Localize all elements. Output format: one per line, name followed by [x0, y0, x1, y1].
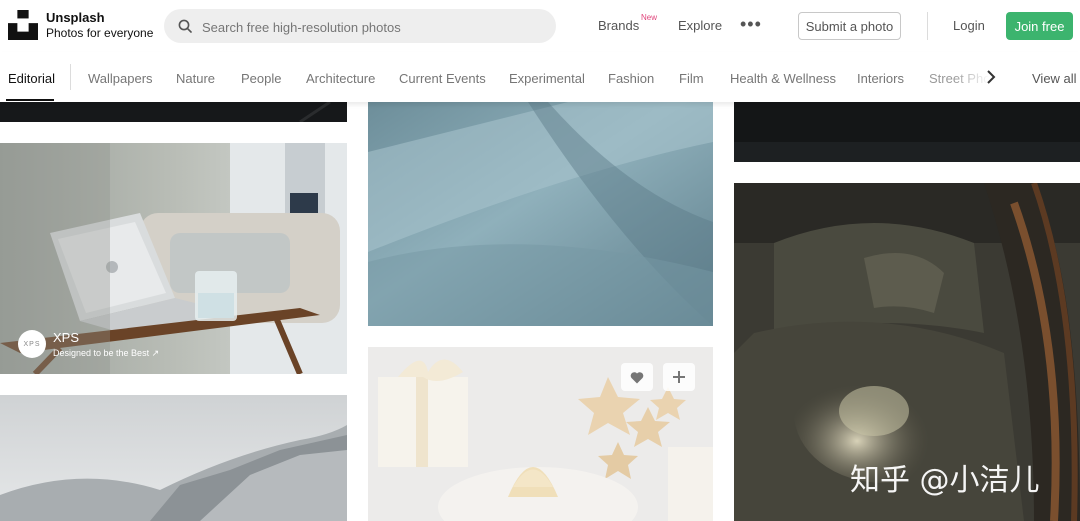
photo-snowy-forest[interactable]: [0, 395, 347, 521]
sponsor-name[interactable]: XPS: [53, 330, 79, 345]
search-bar[interactable]: [164, 9, 556, 45]
search-input[interactable]: [200, 9, 544, 45]
topic-people[interactable]: People: [241, 71, 281, 86]
photo-blue-fabric[interactable]: [368, 102, 713, 326]
topic-interiors[interactable]: Interiors: [857, 71, 904, 86]
topic-bar: Editorial Wallpapers Nature People Archi…: [0, 52, 1080, 102]
login-link[interactable]: Login: [953, 18, 985, 33]
topic-editorial[interactable]: Editorial: [8, 71, 55, 86]
brand-subtitle: Photos for everyone: [46, 26, 154, 40]
sponsor-avatar[interactable]: XPS: [18, 330, 46, 358]
topic-architecture[interactable]: Architecture: [306, 71, 375, 86]
view-all-topics[interactable]: View all: [1032, 71, 1077, 86]
new-badge: New: [641, 13, 658, 22]
watermark-text: 知乎 @小洁儿: [850, 463, 1040, 498]
unsplash-logo-icon[interactable]: [8, 10, 38, 40]
like-button[interactable]: [621, 363, 653, 391]
nav-brands[interactable]: Brands: [598, 18, 639, 33]
more-menu-icon[interactable]: •••: [740, 14, 762, 35]
topic-divider: [70, 64, 71, 90]
photo-laptop-table[interactable]: XPS XPS Designed to be the Best ↗: [0, 143, 347, 374]
add-to-collection-button[interactable]: [663, 363, 695, 391]
photo-christmas-cookies[interactable]: [368, 347, 713, 521]
photo-dark-strip-2[interactable]: [734, 102, 1080, 162]
brand-title[interactable]: Unsplash: [46, 10, 105, 25]
topic-fashion[interactable]: Fashion: [608, 71, 654, 86]
topic-wallpapers[interactable]: Wallpapers: [88, 71, 153, 86]
sponsor-tagline[interactable]: Designed to be the Best ↗: [53, 348, 159, 359]
join-free-button[interactable]: Join free: [1006, 12, 1073, 40]
active-topic-underline: [6, 99, 54, 101]
plus-icon: [673, 371, 685, 383]
submit-photo-button[interactable]: Submit a photo: [798, 12, 901, 40]
topic-current-events[interactable]: Current Events: [399, 71, 486, 86]
search-icon[interactable]: [178, 19, 192, 33]
heart-icon: [630, 371, 644, 383]
topic-nature[interactable]: Nature: [176, 71, 215, 86]
nav-explore[interactable]: Explore: [678, 18, 722, 33]
header-divider: [927, 12, 928, 40]
photo-dark-strip-1[interactable]: [0, 102, 347, 122]
topic-health-wellness[interactable]: Health & Wellness: [730, 71, 836, 86]
chevron-right-icon[interactable]: [985, 68, 997, 86]
topic-experimental[interactable]: Experimental: [509, 71, 585, 86]
top-navigation: Unsplash Photos for everyone Brands New …: [0, 0, 1080, 52]
topic-film[interactable]: Film: [679, 71, 704, 86]
